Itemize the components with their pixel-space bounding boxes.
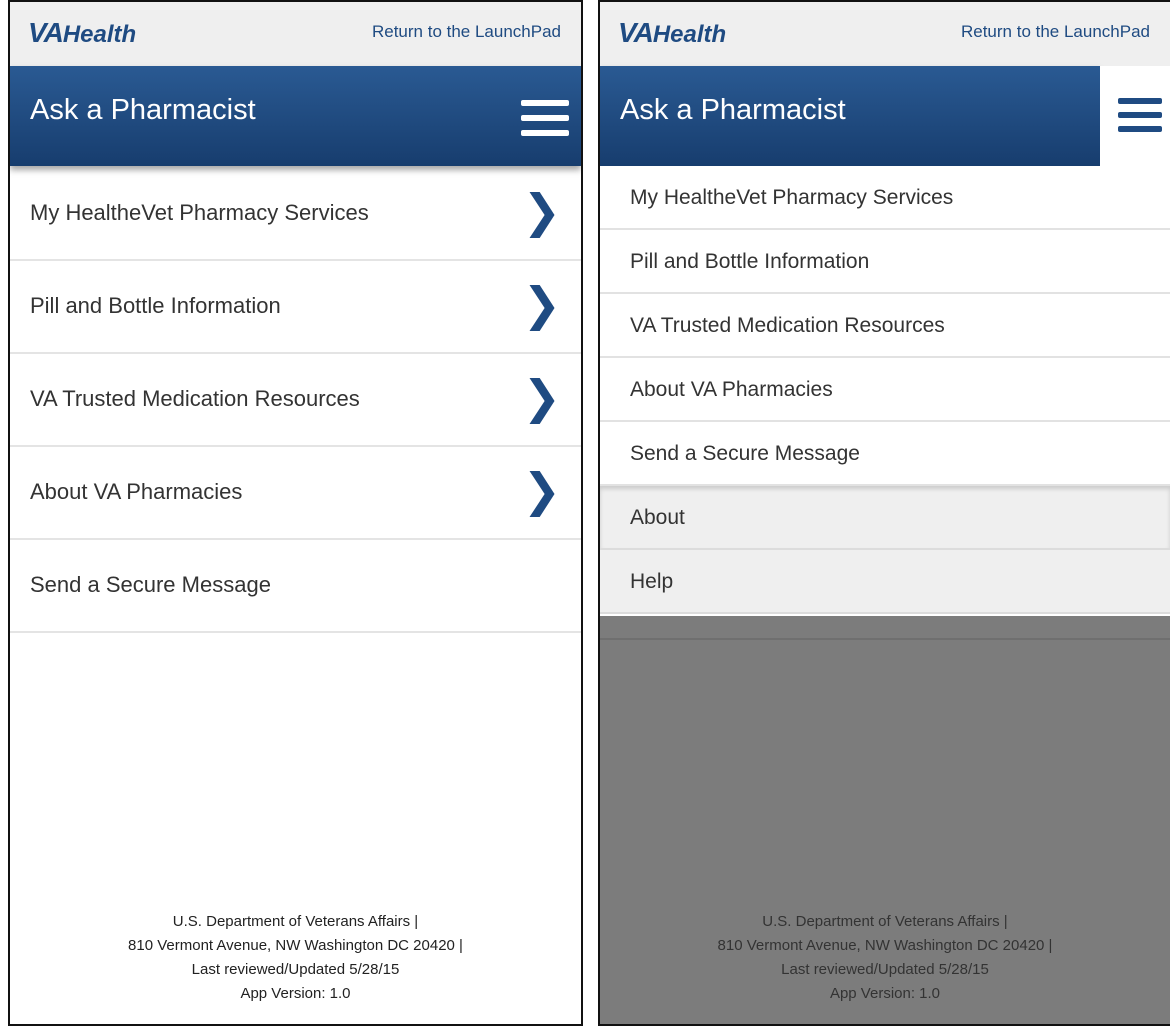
app-screen-menu-open: VAHealth Return to the LaunchPad Ask a P… <box>598 0 1170 1026</box>
footer-line: 810 Vermont Avenue, NW Washington DC 204… <box>128 937 463 954</box>
footer-line: App Version: 1.0 <box>829 985 941 1002</box>
top-bar: VAHealth Return to the LaunchPad <box>600 2 1170 66</box>
app-screen-menu-closed: VAHealth Return to the LaunchPad Ask a P… <box>8 0 583 1026</box>
menu-item-pharmacy-services[interactable]: My HealtheVet Pharmacy Services ❯ <box>10 168 581 261</box>
chevron-right-icon: ❯ <box>522 184 561 238</box>
menu-item-pill-bottle-info[interactable]: Pill and Bottle Information ❯ <box>10 261 581 354</box>
menu-toggle-tab[interactable] <box>1100 66 1170 166</box>
drawer-item-label: About VA Pharmacies <box>630 378 833 401</box>
footer-line: 810 Vermont Avenue, NW Washington DC 204… <box>717 937 1053 954</box>
footer-line: Last reviewed/Updated 5/28/15 <box>191 961 400 978</box>
drawer-item-pill-bottle-info[interactable]: Pill and Bottle Information <box>600 230 1170 294</box>
drawer-item-trusted-resources[interactable]: VA Trusted Medication Resources <box>600 294 1170 358</box>
chevron-right-icon: ❯ <box>522 370 561 424</box>
menu-item-label: Pill and Bottle Information <box>30 293 281 318</box>
menu-item-about-pharmacies[interactable]: About VA Pharmacies ❯ <box>10 447 581 540</box>
drawer-item-label: VA Trusted Medication Resources <box>630 314 945 337</box>
menu-item-label: Send a Secure Message <box>30 572 271 597</box>
page-header: Ask a Pharmacist <box>600 66 1100 166</box>
main-menu-list: My HealtheVet Pharmacy Services ❯ Pill a… <box>10 168 581 633</box>
drawer-item-label: Send a Secure Message <box>630 442 860 465</box>
drawer-item-pharmacy-services[interactable]: My HealtheVet Pharmacy Services <box>600 166 1170 230</box>
footer-line: U.S. Department of Veterans Affairs | <box>762 913 1008 930</box>
va-health-logo: VAHealth <box>618 17 727 48</box>
drawer-item-label: Help <box>630 570 674 593</box>
drawer-item-label: Pill and Bottle Information <box>630 250 870 273</box>
footer-line: App Version: 1.0 <box>240 985 351 1002</box>
chevron-right-icon: ❯ <box>522 463 561 517</box>
page-header: Ask a Pharmacist <box>10 66 581 166</box>
chevron-right-icon: ❯ <box>522 277 561 331</box>
top-bar: VAHealth Return to the LaunchPad <box>10 2 581 66</box>
divider <box>600 638 1170 640</box>
navigation-drawer: My HealtheVet Pharmacy Services Pill and… <box>600 166 1170 614</box>
return-to-launchpad-link[interactable]: Return to the LaunchPad <box>372 22 561 42</box>
drawer-item-about-pharmacies[interactable]: About VA Pharmacies <box>600 358 1170 422</box>
return-to-launchpad-link[interactable]: Return to the LaunchPad <box>961 22 1150 42</box>
drawer-item-label: My HealtheVet Pharmacy Services <box>630 186 954 209</box>
page-title: Ask a Pharmacist <box>620 94 846 126</box>
footer-line: U.S. Department of Veterans Affairs | <box>172 913 419 930</box>
drawer-item-help[interactable]: Help <box>600 550 1170 614</box>
hamburger-menu-icon[interactable] <box>521 100 569 136</box>
menu-item-label: VA Trusted Medication Resources <box>30 386 360 411</box>
drawer-item-secure-message[interactable]: Send a Secure Message <box>600 422 1170 486</box>
va-health-logo: VAHealth <box>28 17 137 48</box>
hamburger-menu-icon[interactable] <box>1118 98 1162 134</box>
menu-item-label: About VA Pharmacies <box>30 479 243 504</box>
menu-item-trusted-resources[interactable]: VA Trusted Medication Resources ❯ <box>10 354 581 447</box>
menu-item-label: My HealtheVet Pharmacy Services <box>30 200 369 225</box>
drawer-item-about[interactable]: About <box>600 486 1170 550</box>
drawer-item-label: About <box>630 506 685 529</box>
footer-line: Last reviewed/Updated 5/28/15 <box>781 961 989 978</box>
footer: U.S. Department of Veterans Affairs | 81… <box>10 910 581 1006</box>
page-title: Ask a Pharmacist <box>30 94 256 126</box>
footer: U.S. Department of Veterans Affairs | 81… <box>600 910 1170 1006</box>
menu-item-secure-message[interactable]: Send a Secure Message <box>10 540 581 633</box>
